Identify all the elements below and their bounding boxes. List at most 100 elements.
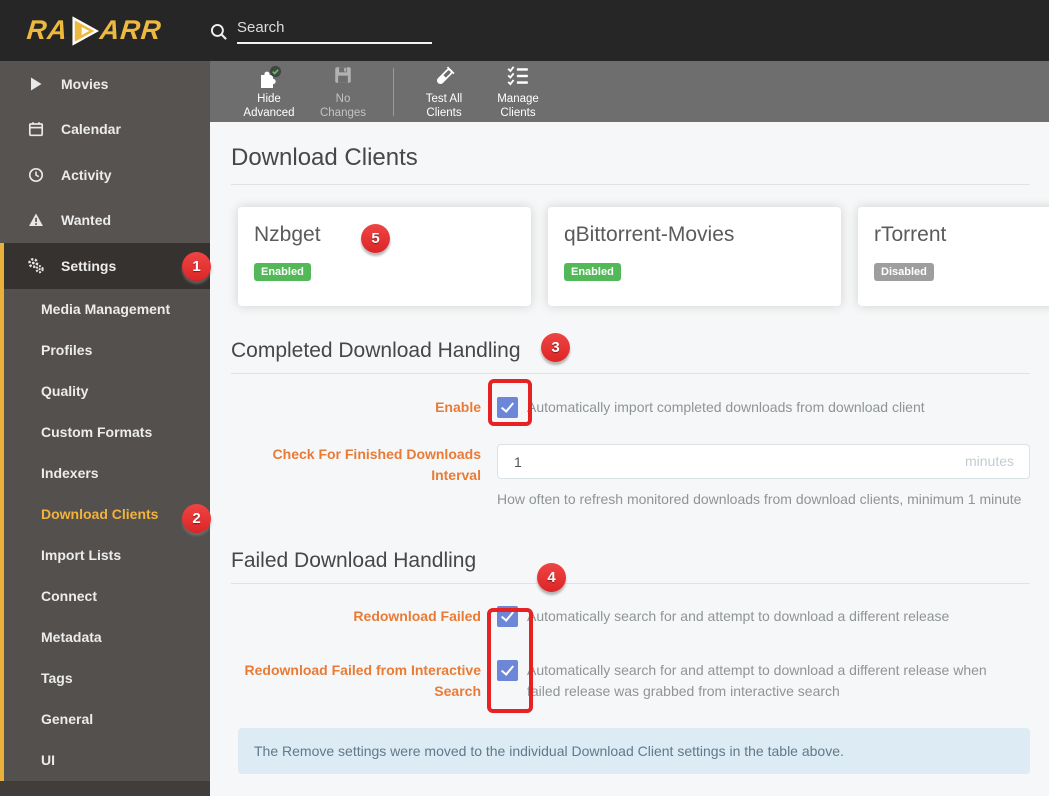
status-badge: Disabled	[874, 263, 934, 282]
redownload-failed-help-text: Automatically search for and attempt to …	[527, 608, 950, 624]
interval-row: Check For Finished Downloads Interval mi…	[231, 444, 1030, 510]
search-icon	[210, 23, 228, 41]
client-name: rTorrent	[874, 223, 947, 246]
sidebar-item-import-lists[interactable]: Import Lists	[4, 535, 210, 576]
sub-item-label: Indexers	[41, 465, 99, 481]
toolbar-button-label: Hide	[257, 93, 281, 106]
interval-help-text: How often to refresh monitored downloads…	[497, 491, 1022, 507]
toolbar-button-label: Test All	[425, 93, 463, 106]
test-tube-icon	[432, 65, 456, 91]
checklist-icon	[506, 65, 530, 91]
sub-item-label: Media Management	[41, 301, 171, 317]
sidebar-item-label: Movies	[61, 75, 109, 92]
settings-content: Download Clients Nzbget Enabled qBittorr…	[210, 122, 1049, 796]
page-title: Download Clients	[231, 144, 1030, 185]
toolbar-divider	[393, 67, 394, 116]
redownload-interactive-help-text: Automatically search for and attempt to …	[527, 662, 987, 699]
radarr-logo[interactable]: RA ARR	[0, 15, 210, 46]
sidebar-item-indexers[interactable]: Indexers	[4, 453, 210, 494]
status-badge: Enabled	[254, 263, 311, 282]
status-badge: Enabled	[564, 263, 621, 282]
save-changes-button[interactable]: No Changes	[306, 62, 380, 121]
sidebar: Movies Calendar Activity Wanted Settings…	[0, 61, 210, 796]
interval-label: Check For Finished Downloads Interval	[272, 446, 481, 483]
failed-download-handling-heading: Failed Download Handling	[231, 548, 1030, 584]
enable-label: Enable	[435, 399, 481, 415]
hide-advanced-button[interactable]: Hide Advanced	[232, 62, 306, 121]
sub-item-label: Custom Formats	[41, 424, 153, 440]
sidebar-item-metadata[interactable]: Metadata	[4, 617, 210, 658]
completed-download-handling-heading: Completed Download Handling	[231, 338, 1030, 374]
sub-item-label: Metadata	[41, 629, 102, 645]
client-card-qbittorrent-movies[interactable]: qBittorrent-Movies Enabled	[548, 207, 841, 306]
download-client-cards: Nzbget Enabled qBittorrent-Movies Enable…	[238, 207, 1049, 306]
toolbar-button-label: Changes	[319, 107, 367, 119]
sub-item-label: Connect	[41, 588, 97, 604]
sidebar-item-calendar[interactable]: Calendar	[0, 107, 210, 153]
test-all-clients-button[interactable]: Test All Clients	[407, 62, 481, 121]
logo-text-right: ARR	[98, 15, 164, 45]
manage-clients-button[interactable]: Manage Clients	[481, 62, 555, 121]
sidebar-item-activity[interactable]: Activity	[0, 152, 210, 198]
sub-item-label: Profiles	[41, 342, 93, 358]
sub-item-label: General	[41, 711, 94, 727]
sidebar-item-label: Calendar	[61, 121, 121, 138]
redownload-failed-row: Redownload Failed Automatically search f…	[231, 606, 1030, 627]
logo-text-left: RA	[25, 15, 70, 45]
client-name: qBittorrent-Movies	[564, 223, 735, 246]
calendar-icon	[27, 121, 44, 137]
redownload-failed-label: Redownload Failed	[353, 608, 481, 624]
sidebar-item-label: Activity	[61, 166, 112, 183]
sub-item-label: Quality	[41, 383, 89, 399]
warning-icon	[27, 212, 44, 228]
info-note: The Remove settings were moved to the in…	[238, 728, 1030, 774]
settings-group: Settings Media Management Profiles Quali…	[0, 243, 210, 781]
enable-row: Enable Automatically import completed do…	[231, 397, 1030, 418]
search-bar	[210, 17, 432, 44]
toolbar-button-label: Manage	[497, 93, 539, 106]
sidebar-item-label: Wanted	[61, 212, 112, 229]
sidebar-item-quality[interactable]: Quality	[4, 371, 210, 412]
toolbar-button-label: No	[335, 93, 351, 106]
search-input[interactable]	[237, 17, 432, 44]
sub-item-label: UI	[41, 752, 55, 768]
play-emblem-icon	[69, 15, 99, 46]
interval-unit: minutes	[964, 453, 1014, 469]
sub-item-label: Tags	[41, 670, 73, 686]
sub-item-label: Import Lists	[41, 547, 122, 563]
toolbar-button-label: Clients	[500, 107, 536, 119]
redownload-interactive-label: Redownload Failed from Interactive Searc…	[244, 662, 482, 699]
sidebar-item-media-management[interactable]: Media Management	[4, 289, 210, 330]
client-name: Nzbget	[254, 223, 321, 246]
enable-checkbox[interactable]	[497, 397, 518, 418]
sidebar-item-download-clients[interactable]: Download Clients	[4, 494, 210, 535]
sidebar-item-ui[interactable]: UI	[4, 740, 210, 781]
sidebar-item-general[interactable]: General	[4, 699, 210, 740]
top-bar: RA ARR	[0, 0, 1049, 61]
sidebar-item-settings[interactable]: Settings	[4, 243, 210, 289]
toolbar-button-label: Clients	[426, 107, 462, 119]
toolbar-button-label: Advanced	[243, 107, 295, 119]
sidebar-item-connect[interactable]: Connect	[4, 576, 210, 617]
gears-icon	[27, 257, 44, 274]
sub-item-label: Download Clients	[41, 506, 159, 522]
sidebar-item-movies[interactable]: Movies	[0, 61, 210, 107]
puzzle-check-icon	[256, 65, 283, 91]
redownload-failed-checkbox[interactable]	[497, 606, 518, 627]
client-card-rtorrent[interactable]: rTorrent Disabled	[858, 207, 1049, 306]
sidebar-item-wanted[interactable]: Wanted	[0, 198, 210, 244]
sidebar-item-label: Settings	[61, 257, 117, 274]
client-card-nzbget[interactable]: Nzbget Enabled	[238, 207, 531, 306]
redownload-interactive-row: Redownload Failed from Interactive Searc…	[231, 660, 1030, 702]
sidebar-item-tags[interactable]: Tags	[4, 658, 210, 699]
sidebar-item-custom-formats[interactable]: Custom Formats	[4, 412, 210, 453]
play-icon	[27, 76, 44, 92]
sidebar-item-profiles[interactable]: Profiles	[4, 330, 210, 371]
save-icon	[333, 65, 353, 91]
clock-icon	[27, 167, 44, 183]
sidebar-menu: Movies Calendar Activity Wanted Settings…	[0, 61, 210, 781]
interval-input[interactable]	[497, 444, 1030, 479]
redownload-interactive-checkbox[interactable]	[497, 660, 518, 681]
enable-help-text: Automatically import completed downloads…	[527, 399, 925, 415]
page-toolbar: Hide Advanced No Changes Test All Client…	[210, 61, 1049, 122]
